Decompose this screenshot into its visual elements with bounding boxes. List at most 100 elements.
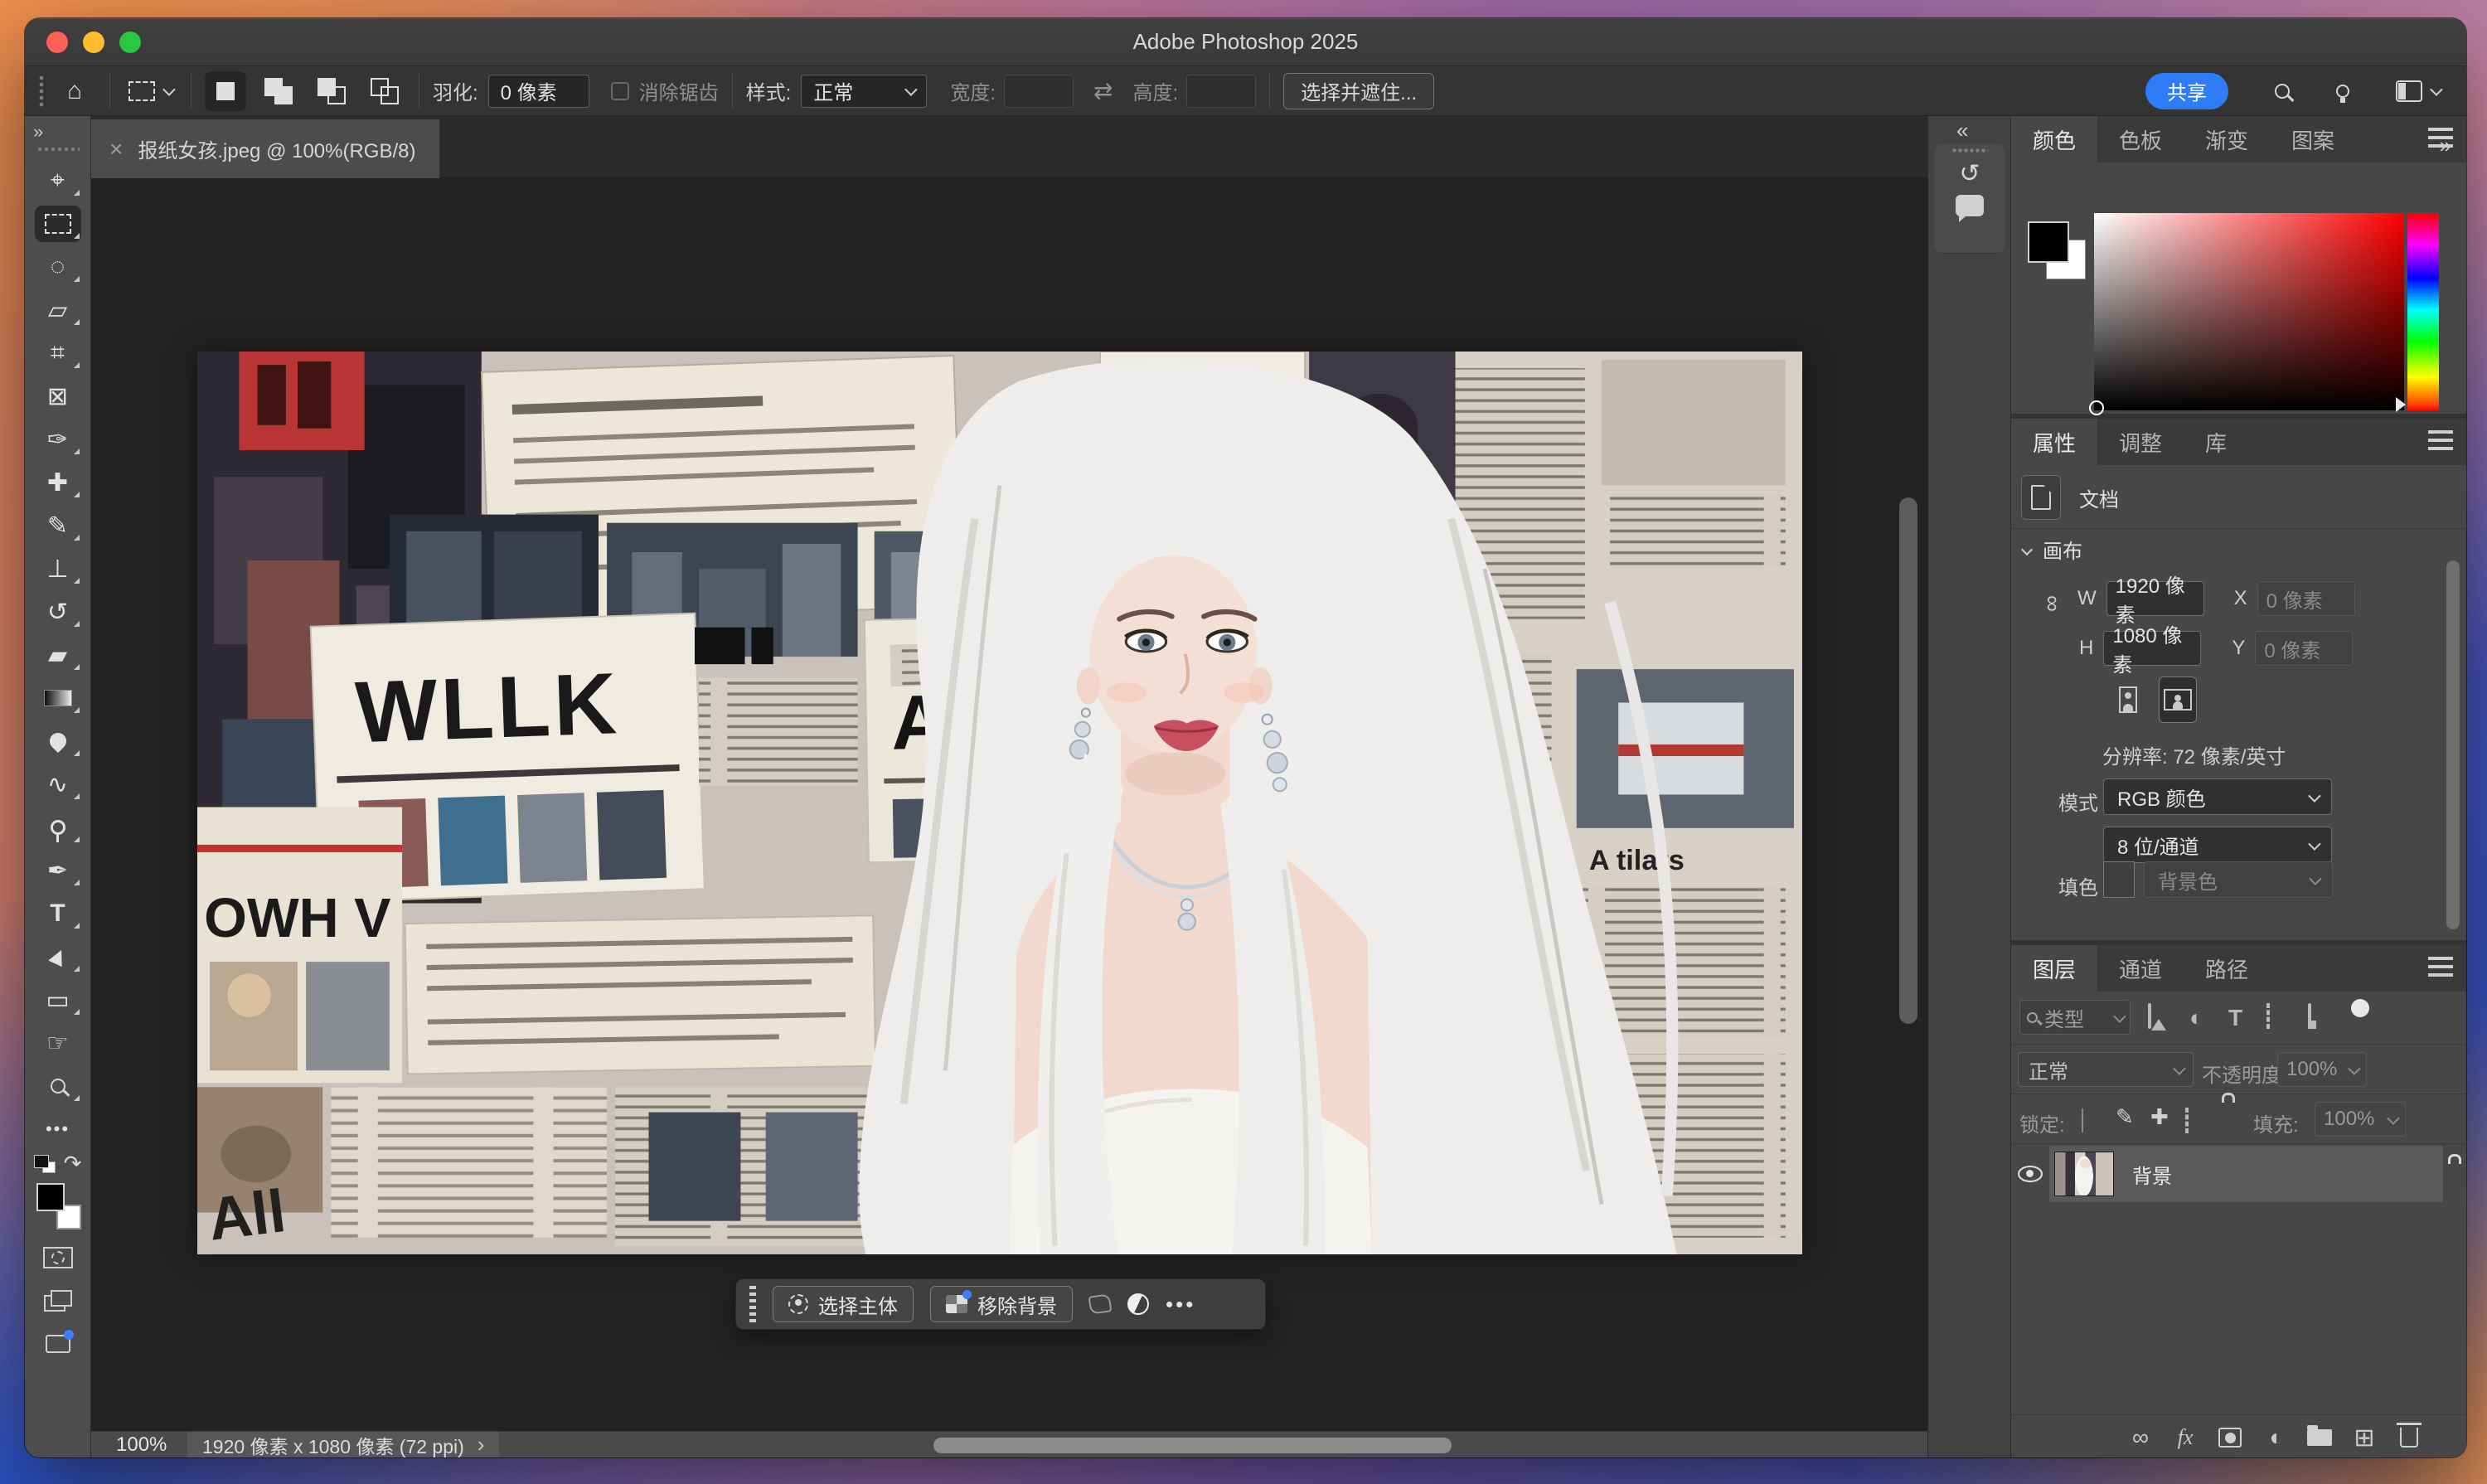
add-to-selection-button[interactable]: [258, 71, 299, 111]
lock-position-icon[interactable]: ✚: [2150, 1104, 2169, 1130]
document-icon-box[interactable]: [2021, 475, 2061, 520]
crop-tool[interactable]: ⌗: [27, 332, 90, 375]
gradient-tool[interactable]: [27, 677, 90, 720]
tab-libraries[interactable]: 库: [2184, 419, 2248, 465]
rectangular-marquee-tool[interactable]: [27, 202, 90, 245]
object-selection-tool[interactable]: ▱: [27, 289, 90, 332]
canvas-section-header[interactable]: 画布: [2023, 535, 2082, 564]
intersect-selection-button[interactable]: [364, 71, 405, 111]
taskbar-toggle-button[interactable]: [27, 1322, 90, 1365]
vertical-scrollbar[interactable]: [1899, 497, 1917, 1024]
new-group-icon[interactable]: [2305, 1423, 2334, 1452]
filter-shape-layers-icon[interactable]: [2266, 1005, 2270, 1028]
filter-pixel-layers-icon[interactable]: [2148, 1005, 2151, 1028]
dodge-tool[interactable]: [27, 806, 90, 849]
comments-panel-icon[interactable]: [1956, 195, 1984, 216]
panel-scrollbar[interactable]: [2446, 560, 2460, 929]
home-button[interactable]: ⌂: [53, 71, 96, 111]
share-button[interactable]: 共享: [2145, 73, 2228, 109]
current-tool-well[interactable]: [124, 81, 177, 101]
zoom-level[interactable]: 100%: [116, 1433, 187, 1457]
saturation-brightness-field[interactable]: [2094, 213, 2404, 410]
layer-thumbnail[interactable]: [2054, 1152, 2114, 1196]
taskbar-drag-handle[interactable]: [749, 1286, 756, 1322]
transform-lasso-icon[interactable]: [1088, 1293, 1113, 1314]
add-layer-mask-icon[interactable]: [2215, 1423, 2245, 1452]
height-field[interactable]: 1080 像素: [2103, 631, 2201, 666]
portrait-orientation-button[interactable]: [2109, 677, 2147, 723]
select-and-mask-button[interactable]: 选择并遮住...: [1283, 73, 1434, 109]
color-swatch-pair[interactable]: [2028, 221, 2097, 291]
blend-mode-dropdown[interactable]: 正常: [2018, 1052, 2194, 1087]
layer-style-icon[interactable]: fx: [2170, 1423, 2200, 1452]
tab-gradients[interactable]: 渐变: [2184, 116, 2270, 162]
quick-mask-button[interactable]: [27, 1236, 90, 1279]
brush-tool[interactable]: ✎: [27, 504, 90, 547]
delete-layer-icon[interactable]: [2394, 1423, 2424, 1452]
tab-properties[interactable]: 属性: [2011, 419, 2097, 465]
tab-layers[interactable]: 图层: [2011, 945, 2097, 992]
rectangle-tool[interactable]: ▭: [27, 978, 90, 1021]
remove-background-button[interactable]: 移除背景: [930, 1286, 1073, 1322]
foreground-background-colors[interactable]: [33, 1181, 83, 1231]
panel-grip[interactable]: [1951, 148, 1988, 153]
discover-lightbulb-icon[interactable]: [2336, 85, 2349, 98]
width-input[interactable]: [1004, 75, 1074, 108]
feather-input[interactable]: 0 像素: [488, 75, 589, 108]
opacity-dropdown[interactable]: 100%: [2277, 1052, 2367, 1087]
new-layer-icon[interactable]: ⊞: [2349, 1423, 2379, 1452]
fill-dropdown[interactable]: 100%: [2315, 1102, 2406, 1137]
eyedropper-tool[interactable]: ✑: [27, 418, 90, 461]
titlebar[interactable]: Adobe Photoshop 2025: [25, 18, 2466, 66]
toolbar-expand-chevrons[interactable]: »: [25, 116, 90, 144]
hand-tool[interactable]: ☞: [27, 1021, 90, 1065]
subtract-from-selection-button[interactable]: [311, 71, 352, 111]
history-brush-tool[interactable]: ↺: [27, 590, 90, 633]
options-grip[interactable]: [38, 75, 45, 108]
smudge-tool[interactable]: ∿: [27, 763, 90, 806]
taskbar-more-button[interactable]: •••: [1166, 1292, 1195, 1317]
search-icon[interactable]: [2275, 84, 2290, 99]
layer-row-selected[interactable]: 背景: [2049, 1146, 2443, 1202]
landscape-orientation-button[interactable]: [2159, 677, 2197, 723]
filter-adjustment-layers-icon[interactable]: ◐: [2189, 1005, 2203, 1031]
x-field[interactable]: 0 像素: [2257, 581, 2355, 616]
select-subject-button[interactable]: 选择主体: [773, 1286, 914, 1322]
link-dimensions-icon[interactable]: ∞: [2039, 595, 2066, 612]
y-field[interactable]: 0 像素: [2255, 631, 2353, 666]
pen-tool[interactable]: ✒: [27, 849, 90, 892]
lasso-tool[interactable]: ◌: [27, 245, 90, 289]
screen-mode-button[interactable]: [27, 1279, 90, 1322]
bit-depth-dropdown[interactable]: 8 位/通道: [2103, 827, 2332, 863]
healing-brush-tool[interactable]: ✚: [27, 461, 90, 504]
document-dimensions[interactable]: 1920 像素 x 1080 像素 (72 ppi) ›: [187, 1432, 499, 1458]
antialias-checkbox[interactable]: [611, 82, 629, 100]
layer-row-background[interactable]: 背景: [2011, 1144, 2466, 1204]
frame-tool[interactable]: ⊠: [27, 375, 90, 418]
link-layers-icon[interactable]: ∞: [2126, 1423, 2155, 1452]
clone-stamp-tool[interactable]: ⊥: [27, 547, 90, 590]
panel-menu-icon[interactable]: [2428, 957, 2453, 977]
move-tool[interactable]: ⌖: [27, 159, 90, 202]
layer-filter-type-dropdown[interactable]: 类型: [2019, 1000, 2131, 1035]
style-dropdown[interactable]: 正常: [801, 75, 927, 108]
panel-menu-icon[interactable]: [2428, 430, 2453, 450]
width-field[interactable]: 1920 像素: [2106, 581, 2204, 616]
tab-channels[interactable]: 通道: [2097, 945, 2184, 992]
tab-paths[interactable]: 路径: [2184, 945, 2270, 992]
create-adjustment-icon[interactable]: [1127, 1293, 1149, 1315]
fill-dropdown[interactable]: 背景色: [2144, 861, 2333, 898]
new-adjustment-layer-icon[interactable]: ◐: [2262, 1423, 2291, 1452]
edit-toolbar-button[interactable]: •••: [27, 1108, 90, 1151]
height-input[interactable]: [1186, 75, 1256, 108]
type-tool[interactable]: T: [27, 892, 90, 935]
canvas-photo[interactable]: A tilars: [197, 352, 1802, 1254]
tab-color[interactable]: 颜色: [2011, 116, 2097, 162]
tab-patterns[interactable]: 图案: [2270, 116, 2356, 162]
path-selection-tool[interactable]: ►: [27, 935, 90, 978]
pasteboard[interactable]: A tilars: [91, 178, 1927, 1431]
lock-artboard-icon[interactable]: [2185, 1109, 2189, 1132]
mode-dropdown[interactable]: RGB 颜色: [2103, 778, 2332, 815]
default-and-swap-colors[interactable]: ↷: [34, 1151, 82, 1176]
collapse-dock-chevrons[interactable]: »: [2440, 133, 2451, 158]
